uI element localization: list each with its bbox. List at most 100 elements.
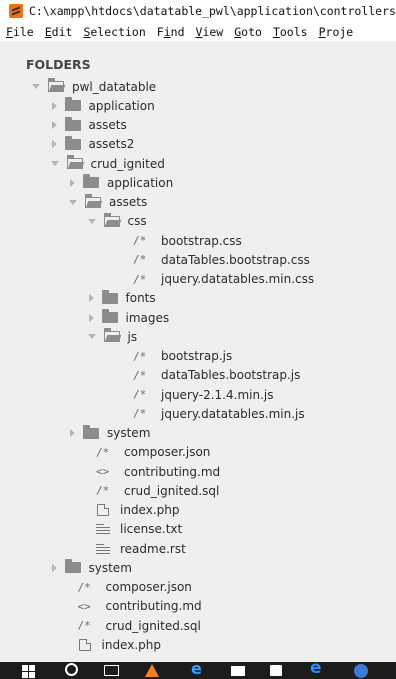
tree-file-row[interactable]: /* bootstrap.js	[133, 347, 232, 366]
tree-item-label: readme.rst	[120, 541, 186, 556]
tree-file-row[interactable]: /* dataTables.bootstrap.js	[133, 366, 300, 385]
mail-icon[interactable]	[231, 666, 245, 676]
chevron-right-icon[interactable]	[51, 101, 57, 110]
code-file-icon: /*	[133, 407, 147, 421]
chevron-right-icon[interactable]	[70, 429, 75, 437]
chevron-right-icon[interactable]	[70, 178, 75, 187]
tree-item-label: composer.json	[105, 580, 192, 594]
windows-start-icon[interactable]	[22, 665, 35, 678]
taskbar: e e	[0, 662, 396, 679]
menu-item[interactable]: File	[6, 25, 34, 39]
tree-folder-row[interactable]: fonts	[88, 289, 156, 308]
store-icon[interactable]	[270, 665, 282, 676]
folder-icon	[83, 174, 99, 189]
tree-item-label: crud_ignited	[90, 156, 165, 171]
tree-folder-row[interactable]: assets	[51, 116, 127, 135]
menu-item[interactable]: Proje	[319, 25, 354, 39]
chevron-right-icon[interactable]	[88, 313, 94, 322]
folder-open-icon	[66, 155, 84, 169]
sublime-text-logo-icon	[9, 4, 23, 18]
menu-item[interactable]: Selection	[83, 25, 145, 39]
tree-folder-row[interactable]: css	[87, 212, 147, 231]
chevron-right-icon[interactable]	[51, 563, 57, 572]
tree-file-row[interactable]: <> contributing.md	[96, 462, 220, 481]
tree-folder-row[interactable]: system	[69, 424, 150, 443]
menu-item[interactable]: Find	[157, 25, 185, 39]
edge-icon[interactable]: e	[191, 662, 202, 678]
tree-folder-row[interactable]: assets2	[51, 135, 135, 154]
chevron-down-icon[interactable]	[87, 218, 96, 224]
tree-folder-row[interactable]: images	[88, 308, 169, 327]
markup-file-icon: <>	[96, 465, 110, 478]
tree-folder-row[interactable]: application	[69, 173, 173, 192]
tree-file-row[interactable]: /* bootstrap.css	[133, 231, 242, 250]
code-file-icon: /*	[133, 349, 147, 363]
folder-open-icon	[85, 193, 103, 208]
chevron-right-icon[interactable]	[88, 294, 94, 303]
sidebar: FOLDERS pwl_datatable application assets as…	[0, 41, 396, 662]
tree-file-row[interactable]: readme.rst	[96, 539, 186, 558]
tree-item-label: js	[127, 329, 138, 344]
tree-file-row[interactable]: index.php	[78, 635, 161, 654]
tree-item-label: crud_ignited.sql	[124, 483, 220, 498]
tree-item-label: bootstrap.js	[161, 349, 233, 363]
text-file-icon	[96, 543, 110, 554]
tree-folder-row[interactable]: js	[87, 327, 138, 346]
chevron-down-icon[interactable]	[69, 199, 77, 205]
code-file-icon: /*	[96, 445, 110, 459]
folder-open-icon	[48, 78, 66, 92]
chevron-down-icon[interactable]	[32, 84, 40, 89]
menu-item[interactable]: Goto	[234, 25, 262, 39]
tree-folder-row[interactable]: crud_ignited	[50, 154, 165, 173]
tree-file-row[interactable]: license.txt	[96, 520, 182, 539]
vlc-icon[interactable]	[145, 664, 159, 677]
task-view-icon[interactable]	[104, 665, 119, 676]
tree-file-row[interactable]: <> contributing.md	[78, 597, 202, 616]
chevron-right-icon[interactable]	[51, 121, 57, 129]
code-file-icon: /*	[96, 484, 110, 498]
folder-open-icon	[103, 328, 121, 343]
tree-item-label: assets	[109, 195, 148, 209]
tree-file-row[interactable]: /* composer.json	[78, 578, 192, 597]
tree-item-label: composer.json	[124, 445, 211, 460]
folder-icon	[83, 424, 99, 439]
tree-item-label: application	[107, 175, 174, 190]
tree-item-label: jquery.datatables.min.js	[161, 406, 305, 421]
tree-file-row[interactable]: /* composer.json	[96, 443, 210, 462]
tree-folder-row[interactable]: assets	[69, 193, 147, 212]
tree-item-label: contributing.md	[124, 464, 221, 479]
tree-item-label: crud_ignited.sql	[105, 618, 201, 633]
folder-icon	[64, 97, 81, 112]
chevron-right-icon[interactable]	[51, 140, 57, 149]
menu-item[interactable]: Tools	[273, 25, 308, 39]
tree-file-row[interactable]: /* dataTables.bootstrap.css	[133, 250, 310, 269]
tree-file-row[interactable]: index.php	[96, 501, 179, 520]
folder-icon	[64, 116, 81, 131]
chevron-down-icon[interactable]	[50, 161, 59, 166]
search-icon[interactable]	[65, 663, 78, 676]
tree-file-row[interactable]: /* crud_ignited.sql	[78, 616, 201, 635]
tree-file-row[interactable]: /* jquery.datatables.min.js	[133, 404, 305, 423]
chrome-icon[interactable]	[354, 664, 368, 678]
tree-file-row[interactable]: /* crud_ignited.sql	[96, 481, 219, 500]
code-file-icon: /*	[133, 388, 147, 401]
tree-file-row[interactable]: /* jquery-2.1.4.min.js	[133, 385, 273, 404]
menu-item[interactable]: View	[196, 25, 224, 39]
tree-file-row[interactable]: /* jquery.datatables.min.css	[133, 270, 314, 289]
folder-icon	[64, 559, 81, 574]
folder-icon	[101, 309, 118, 323]
tree-folder-row[interactable]: application	[51, 96, 155, 115]
tree-folder-row[interactable]: system	[51, 558, 132, 577]
tree-item-label: system	[88, 560, 132, 575]
tree-item-label: pwl_datatable	[72, 79, 157, 94]
tree-folder-row[interactable]: pwl_datatable	[32, 77, 156, 96]
markup-file-icon: <>	[77, 599, 91, 613]
chevron-down-icon[interactable]	[87, 334, 96, 340]
tree-item-label: index.php	[101, 637, 161, 652]
code-file-icon: /*	[77, 619, 91, 632]
menu-item[interactable]: Edit	[45, 25, 73, 39]
text-file-icon	[96, 524, 110, 535]
tree-item-label: assets2	[88, 137, 135, 152]
folder-icon	[101, 289, 118, 304]
ie-icon[interactable]: e	[310, 662, 322, 678]
